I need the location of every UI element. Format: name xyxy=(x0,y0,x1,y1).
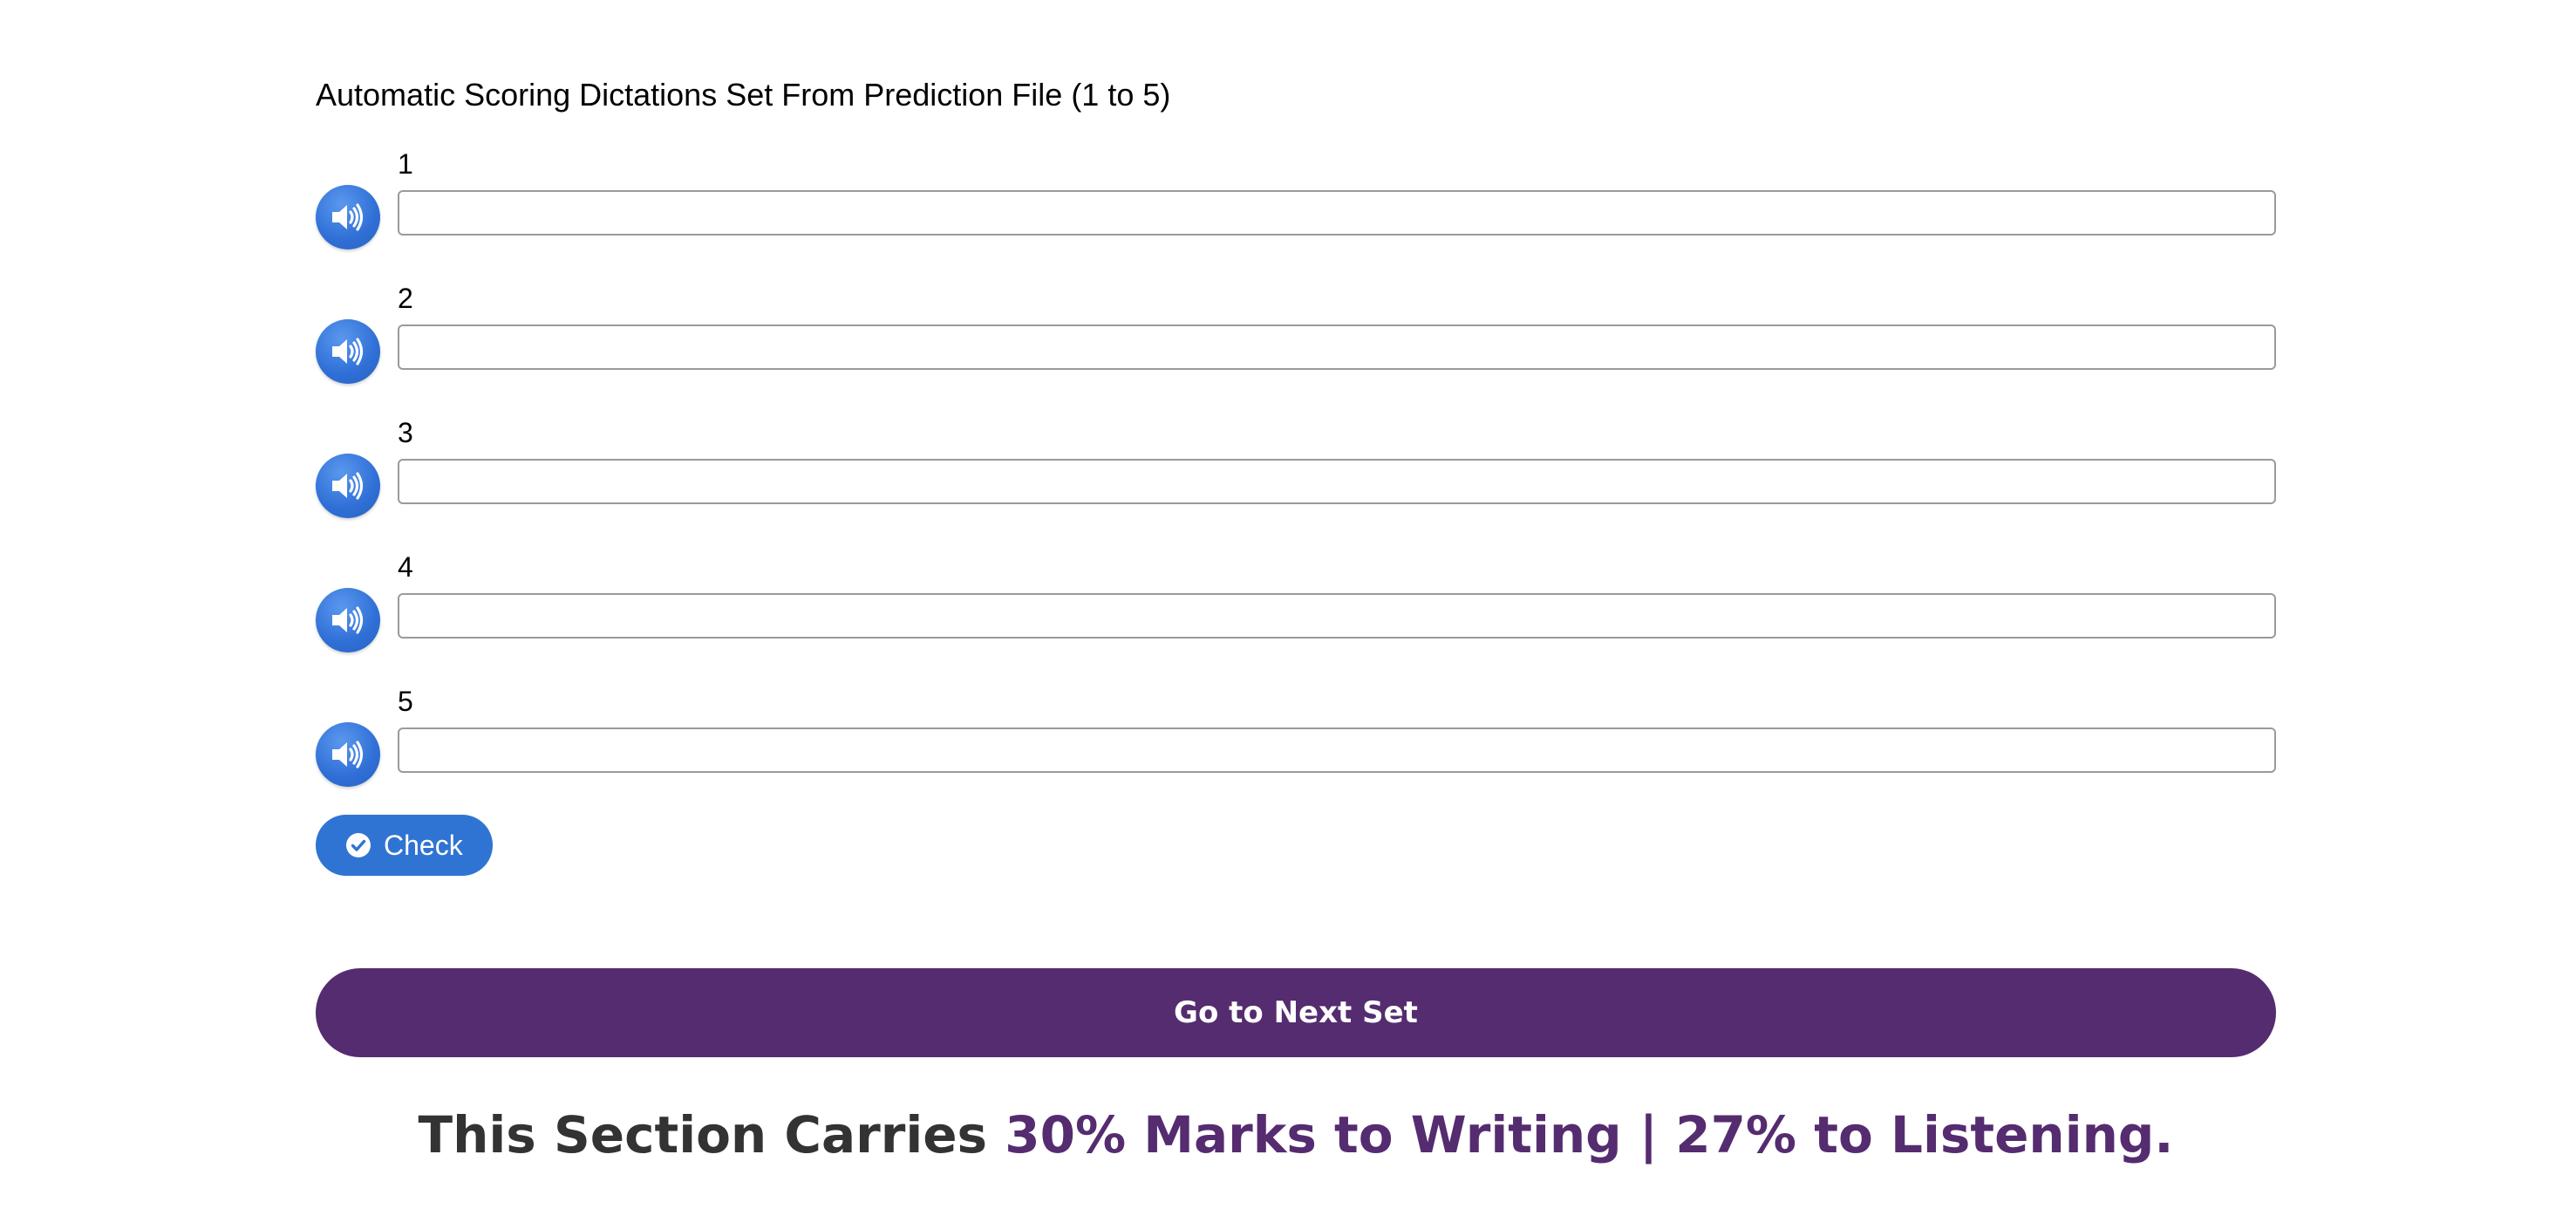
marks-info: This Section Carries 30% Marks to Writin… xyxy=(316,1096,2276,1174)
play-audio-button[interactable] xyxy=(316,588,380,652)
play-audio-button[interactable] xyxy=(316,454,380,518)
check-button[interactable]: Check xyxy=(316,815,493,876)
item-number: 1 xyxy=(398,148,413,180)
next-button-label: Go to Next Set xyxy=(1174,995,1418,1030)
item-number: 5 xyxy=(398,686,413,717)
section-heading: Automatic Scoring Dictations Set From Pr… xyxy=(316,77,1171,113)
page: Automatic Scoring Dictations Set From Pr… xyxy=(0,0,2576,1209)
dictation-item-1: 1 xyxy=(316,147,2276,251)
play-audio-button[interactable] xyxy=(316,722,380,787)
play-audio-button[interactable] xyxy=(316,319,380,384)
item-number: 3 xyxy=(398,417,413,448)
dictation-item-3: 3 xyxy=(316,415,2276,520)
dictation-input-2[interactable] xyxy=(398,324,2276,370)
marks-info-prefix: This Section Carries xyxy=(418,1105,1005,1165)
item-number: 2 xyxy=(398,283,413,314)
dictation-item-4: 4 xyxy=(316,550,2276,654)
speaker-volume-icon xyxy=(332,338,364,365)
speaker-volume-icon xyxy=(332,203,364,231)
speaker-volume-icon xyxy=(332,472,364,500)
marks-info-highlight: 30% Marks to Writing | 27% to Listening. xyxy=(1005,1105,2174,1165)
speaker-volume-icon xyxy=(332,606,364,634)
check-circle-icon xyxy=(346,833,371,857)
check-button-label: Check xyxy=(384,830,463,861)
speaker-volume-icon xyxy=(332,741,364,768)
dictation-input-4[interactable] xyxy=(398,593,2276,639)
play-audio-button[interactable] xyxy=(316,185,380,249)
item-number: 4 xyxy=(398,551,413,583)
dictation-item-2: 2 xyxy=(316,281,2276,386)
dictation-item-5: 5 xyxy=(316,684,2276,789)
dictation-input-5[interactable] xyxy=(398,727,2276,773)
go-to-next-set-button[interactable]: Go to Next Set xyxy=(316,968,2276,1057)
dictation-input-1[interactable] xyxy=(398,190,2276,236)
dictation-input-3[interactable] xyxy=(398,459,2276,504)
